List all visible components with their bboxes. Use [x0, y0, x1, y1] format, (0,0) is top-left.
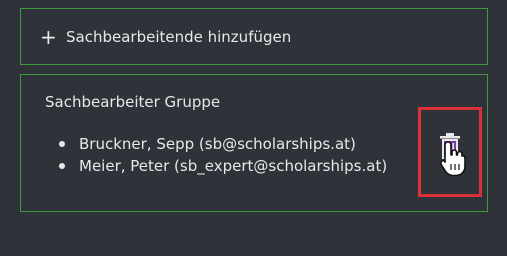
bullet-icon: [59, 141, 65, 147]
member-list: Bruckner, Sepp (sb@scholarships.at) Meie…: [59, 133, 387, 177]
delete-group-button[interactable]: [437, 131, 463, 163]
member-label: Meier, Peter (sb_expert@scholarships.at): [79, 157, 388, 175]
list-item: Bruckner, Sepp (sb@scholarships.at): [59, 133, 387, 155]
bullet-icon: [59, 163, 65, 169]
plus-icon: +: [40, 24, 57, 49]
member-label: Bruckner, Sepp (sb@scholarships.at): [79, 135, 356, 153]
group-title: Sachbearbeiter Gruppe: [45, 93, 221, 111]
add-caseworker-label: Sachbearbeitende hinzufügen: [66, 27, 292, 46]
list-item: Meier, Peter (sb_expert@scholarships.at): [59, 155, 387, 177]
add-caseworker-button[interactable]: + Sachbearbeitende hinzufügen: [20, 8, 488, 65]
trash-icon: [440, 133, 460, 159]
